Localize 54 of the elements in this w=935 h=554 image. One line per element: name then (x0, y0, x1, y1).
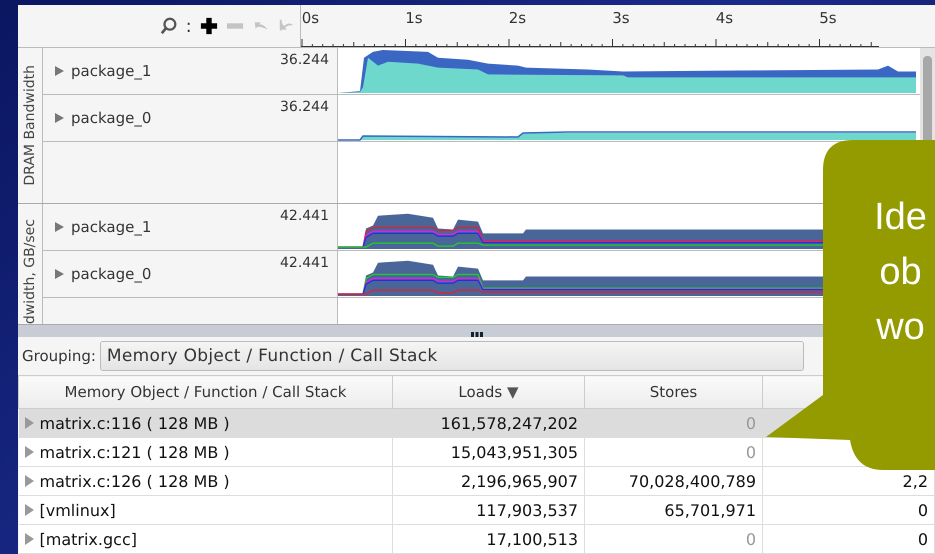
track-label: package_0 (71, 265, 152, 283)
table-cell: 70,028,400,789 (584, 466, 762, 496)
table-cell: 2,2 (762, 466, 934, 496)
table-cell[interactable]: matrix.c:116 ( 128 MB ) (18, 408, 392, 438)
time-tick-label: 3s (611, 9, 631, 27)
table-cell: 0 (762, 496, 934, 524)
grouping-dropdown[interactable]: Memory Object / Function / Call Stack (100, 341, 804, 371)
table-cell: 0 (584, 438, 762, 466)
expand-icon[interactable] (55, 222, 64, 232)
table-cell[interactable]: matrix.c:121 ( 128 MB ) (18, 438, 392, 466)
table-cell: 2,196,965,907 (392, 466, 584, 496)
grouping-label: Grouping: (22, 347, 96, 365)
time-tick-label: 2s (508, 9, 528, 27)
time-tick-label: 4s (714, 9, 734, 27)
callout-text: Ide ob wo (873, 195, 928, 350)
expand-icon[interactable] (24, 533, 34, 545)
table-cell: 0 (762, 524, 934, 554)
table-cell: 117,903,537 (392, 496, 584, 524)
track-label: package_1 (71, 62, 152, 80)
table-cell: 65,701,971 (584, 496, 762, 524)
track-label: package_0 (71, 109, 152, 127)
table-cell: 17,100,513 (392, 524, 584, 554)
column-header[interactable]: Loads ▼ (392, 376, 584, 408)
group-title: DRAM Bandwidth (22, 65, 38, 186)
table-cell: 161,578,247,202 (392, 408, 584, 438)
search-icon[interactable] (160, 17, 178, 35)
separator: : (186, 16, 192, 36)
track-max-value: 36.244 (280, 99, 329, 115)
expand-icon[interactable] (24, 417, 34, 429)
time-tick-label: 1s (404, 9, 424, 27)
expand-icon[interactable] (55, 66, 64, 76)
table-cell[interactable]: [vmlinux] (18, 496, 392, 524)
track-max-value: 42.441 (280, 208, 329, 224)
zoom-in-icon[interactable] (200, 17, 218, 35)
table-cell[interactable]: [matrix.gcc] (18, 524, 392, 554)
expand-icon[interactable] (55, 113, 64, 123)
table-cell: 0 (584, 408, 762, 438)
expand-icon[interactable] (24, 504, 34, 516)
table-cell: 0 (584, 524, 762, 554)
time-tick-label: 0s (300, 9, 320, 27)
expand-icon[interactable] (24, 475, 34, 487)
column-header[interactable]: Memory Object / Function / Call Stack (18, 376, 392, 408)
scrollbar[interactable] (920, 48, 935, 140)
column-header[interactable]: Stores (584, 376, 762, 408)
expand-icon[interactable] (55, 269, 64, 279)
track-label: package_1 (71, 218, 152, 236)
track-max-value: 42.441 (280, 255, 329, 271)
table-cell: 15,043,951,305 (392, 438, 584, 466)
expand-icon[interactable] (24, 446, 34, 458)
table-cell[interactable]: matrix.c:126 ( 128 MB ) (18, 466, 392, 496)
grip-icon[interactable] (470, 331, 484, 337)
group-title: dwidth, GB/sec (22, 218, 38, 324)
track-max-value: 36.244 (280, 52, 329, 68)
time-tick-label: 5s (818, 9, 838, 27)
